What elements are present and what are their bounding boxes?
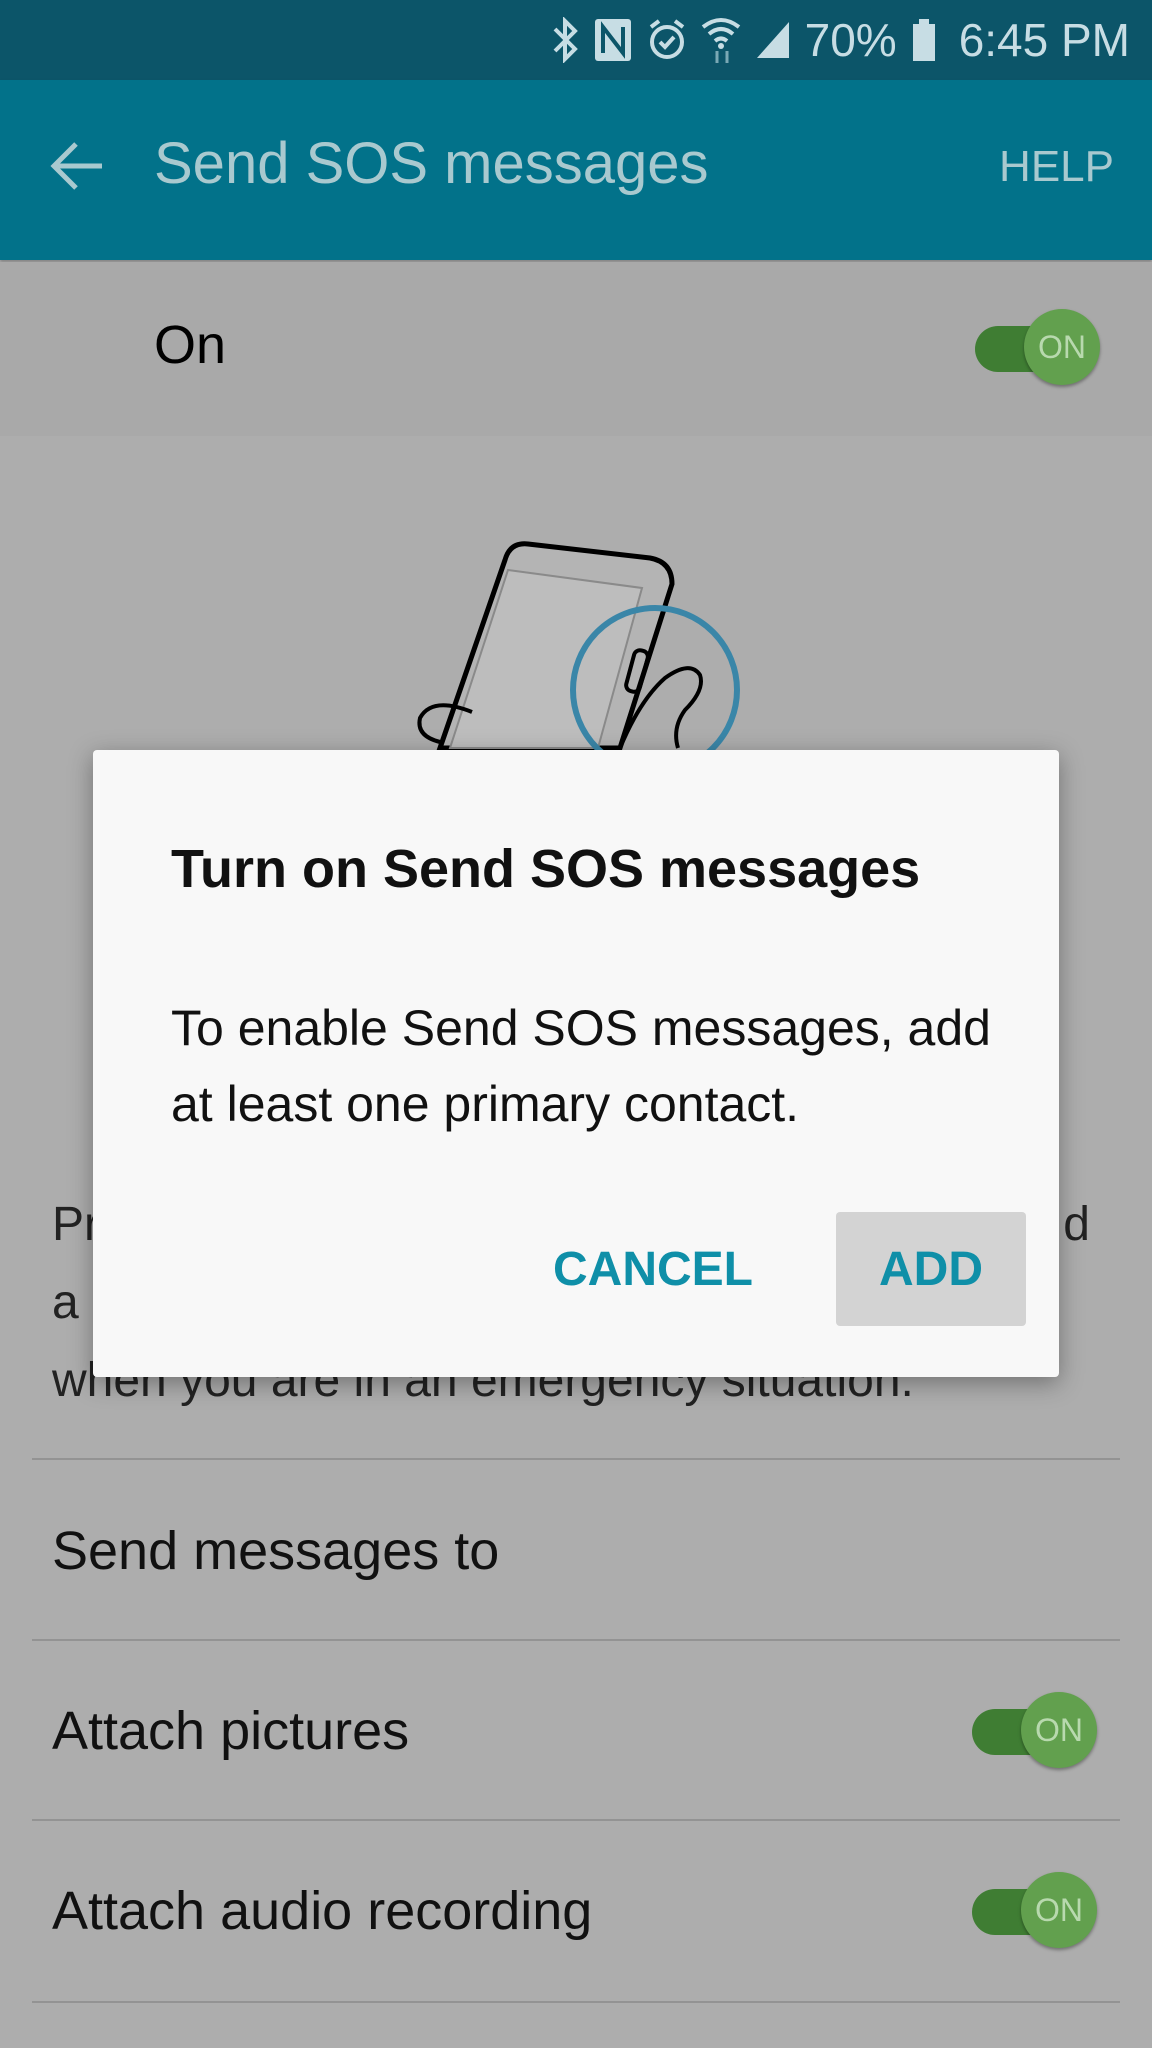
divider xyxy=(32,1458,1120,1460)
description-line1-end: d xyxy=(1063,1198,1090,1251)
confirm-dialog: Turn on Send SOS messages To enable Send… xyxy=(93,750,1059,1377)
status-bar: 70% 6:45 PM xyxy=(0,0,1152,80)
help-button[interactable]: HELP xyxy=(999,142,1114,192)
add-button[interactable]: ADD xyxy=(836,1212,1026,1326)
wifi-icon xyxy=(701,15,741,65)
setting-label: Send messages to xyxy=(52,1521,500,1581)
master-toggle[interactable]: ON xyxy=(975,309,1100,389)
bluetooth-icon xyxy=(551,17,579,63)
signal-icon xyxy=(755,20,791,60)
master-switch-label: On xyxy=(154,315,227,375)
alarm-icon xyxy=(647,17,687,63)
arrow-left-icon xyxy=(50,142,102,190)
divider xyxy=(32,2001,1120,2003)
toggle-thumb: ON xyxy=(1021,1872,1097,1948)
hand-holding-phone-illustration xyxy=(417,541,740,760)
dialog-title: Turn on Send SOS messages xyxy=(171,839,921,899)
divider xyxy=(32,1639,1120,1641)
dialog-message: To enable Send SOS messages, add at leas… xyxy=(171,1000,991,1132)
clock: 6:45 PM xyxy=(958,14,1130,66)
attach-pictures-toggle[interactable]: ON xyxy=(972,1692,1097,1772)
back-button[interactable] xyxy=(48,136,108,196)
app-bar: Send SOS messages HELP xyxy=(0,80,1152,260)
battery-icon xyxy=(911,17,937,63)
cancel-button[interactable]: CANCEL xyxy=(543,1212,763,1326)
master-switch-row[interactable]: On ON xyxy=(0,262,1152,436)
page-title: Send SOS messages xyxy=(154,131,709,196)
nfc-icon xyxy=(593,17,633,63)
setting-label: Attach pictures xyxy=(52,1701,410,1761)
setting-label: Attach audio recording xyxy=(52,1881,593,1941)
toggle-thumb: ON xyxy=(1021,1692,1097,1768)
divider xyxy=(32,1819,1120,1821)
toggle-thumb: ON xyxy=(1024,309,1100,385)
battery-percentage: 70% xyxy=(804,14,897,66)
attach-audio-toggle[interactable]: ON xyxy=(972,1872,1097,1952)
